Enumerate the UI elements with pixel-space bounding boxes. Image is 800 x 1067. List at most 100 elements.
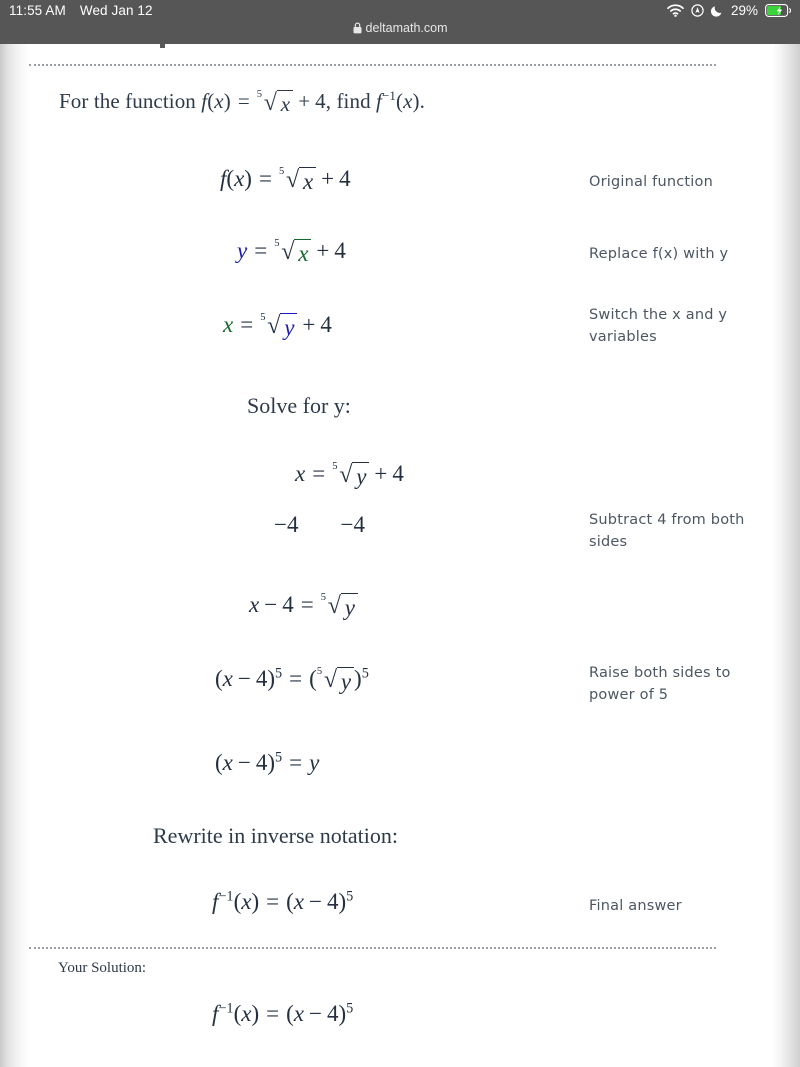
prompt-x2: x	[403, 89, 413, 113]
prompt-radical-index: 5	[256, 88, 263, 100]
step-6-note: Raise both sides to power of 5	[589, 665, 731, 704]
s7-lp: (	[215, 750, 223, 775]
s8-x1: x	[241, 889, 252, 914]
s4-radical: 5 √ y	[332, 461, 370, 490]
radical-glyph: √	[263, 89, 278, 116]
s1-rp: )	[244, 166, 252, 191]
step-4b-subtract-row: −4 −4	[274, 512, 365, 538]
ys-exp: 5	[346, 1000, 354, 1017]
step-1-equation: f(x) = 5 √ x +4	[220, 166, 351, 195]
s1-eq: =	[258, 166, 272, 191]
prompt-text-prefix: For the function	[59, 89, 202, 113]
s3-radical-index: 5	[260, 311, 266, 323]
s8-minus: −	[309, 889, 322, 914]
radical-glyph: √	[285, 166, 300, 193]
s6-four: 4	[255, 666, 268, 691]
prompt-rparen: )	[223, 89, 231, 113]
your-solution-equation: f−1(x) = (x −4)5	[212, 1001, 353, 1027]
s7-four: 4	[255, 750, 268, 775]
s4b-minus-four-right: −4	[340, 512, 365, 537]
prompt-radicand: x	[276, 89, 294, 117]
s8-lp2: (	[286, 889, 294, 914]
s8-four: 4	[326, 889, 339, 914]
s3-eq: =	[240, 312, 254, 337]
radical-glyph: √	[327, 592, 341, 619]
s5-x: x	[249, 592, 260, 617]
prompt-text-suffix: .	[419, 89, 425, 113]
s4-eq: =	[312, 461, 326, 486]
s7-rp: )	[267, 750, 276, 775]
s6-radical-index: 5	[316, 665, 323, 677]
s7-eq: =	[289, 750, 303, 775]
radical-glyph: √	[339, 461, 353, 488]
step-1-note: Original function	[589, 174, 713, 190]
prompt-text-mid: , find	[325, 89, 377, 113]
heading-solve-for-y: Solve for y:	[247, 393, 351, 418]
s4-x: x	[295, 461, 306, 486]
step-5-equation: x −4 = 5 √ y	[249, 592, 358, 621]
status-bar-left: 11:55 AM Wed Jan 12	[9, 3, 153, 18]
battery-charging-icon	[765, 4, 791, 17]
problem-prompt: For the function f(x) = 5 √ x +4, find f−1(x)…	[59, 89, 425, 117]
s6-eq: =	[289, 666, 303, 691]
s2-eq: =	[254, 238, 268, 263]
location-icon	[691, 4, 704, 17]
s7-minus: −	[237, 750, 251, 775]
step-4-equation: x = 5 √ y +4	[295, 461, 404, 490]
s1-radical-index: 5	[278, 165, 285, 177]
s6-exp-right: 5	[361, 665, 369, 682]
step-3-equation: x = 5 √ y +4	[223, 312, 332, 341]
s4b-minus-four-left: −4	[274, 512, 299, 537]
s8-rp2: )	[338, 889, 347, 914]
s1-x: x	[234, 166, 245, 191]
s5-radicand: y	[340, 592, 358, 621]
ys-lp2: (	[286, 1001, 294, 1026]
s6-lp1: (	[215, 666, 223, 691]
s2-radical: 5 √ x	[274, 237, 312, 267]
s4-plus: +	[374, 461, 388, 486]
s8-rp1: )	[251, 889, 260, 914]
s3-radical: 5 √ y	[260, 311, 298, 341]
s5-minus: −	[264, 592, 278, 617]
s3-x: x	[223, 312, 234, 337]
s5-four: 4	[282, 592, 294, 617]
ys-four: 4	[326, 1001, 339, 1026]
clipped-ui-fragment	[160, 44, 165, 48]
do-not-disturb-moon-icon	[710, 6, 722, 17]
divider-bottom	[29, 947, 716, 949]
step-4-note: Subtract 4 from both sides	[589, 512, 745, 551]
heading-rewrite-inverse: Rewrite in inverse notation:	[153, 823, 398, 848]
step-7-equation: (x −4)5 = y	[215, 750, 319, 776]
s2-four: 4	[334, 238, 346, 263]
radical-glyph: √	[281, 238, 295, 265]
step-6-equation: (x −4)5 =(5 √ y)5	[215, 666, 369, 695]
s2-radical-index: 5	[274, 237, 280, 249]
s4-radicand: y	[352, 461, 370, 490]
s5-radical-index: 5	[320, 591, 326, 603]
s6-radical: 5 √ y	[316, 665, 355, 695]
url-text: deltamath.com	[365, 21, 448, 35]
s2-plus: +	[316, 238, 330, 263]
browser-viewport: For the function f(x) = 5 √ x +4, find f−1(x)…	[0, 44, 800, 1067]
s8-exp: 5	[346, 888, 354, 905]
divider-top	[29, 64, 716, 66]
browser-url-bar[interactable]: deltamath.com	[0, 21, 800, 35]
s8-inv: −1	[218, 888, 234, 905]
status-bar-right: 29%	[667, 3, 791, 18]
your-solution-label: Your Solution:	[58, 960, 147, 976]
s3-four: 4	[320, 312, 332, 337]
s6-rp2: )	[354, 666, 362, 691]
prompt-four: 4	[315, 89, 326, 113]
prompt-plus: +	[298, 89, 311, 113]
s7-x: x	[222, 750, 233, 775]
wifi-icon	[667, 4, 684, 17]
prompt-rparen2: )	[412, 89, 420, 113]
s3-plus: +	[302, 312, 316, 337]
step-3-note: Switch the x and y variables	[589, 307, 728, 346]
status-date: Wed Jan 12	[79, 3, 153, 18]
deltamath-problem-page: For the function f(x) = 5 √ x +4, find f−1(x)…	[29, 44, 773, 1067]
step-8-note: Final answer	[589, 898, 682, 914]
ys-rp1: )	[251, 1001, 260, 1026]
s8-eq: =	[266, 889, 280, 914]
s2-radicand: x	[294, 238, 312, 267]
